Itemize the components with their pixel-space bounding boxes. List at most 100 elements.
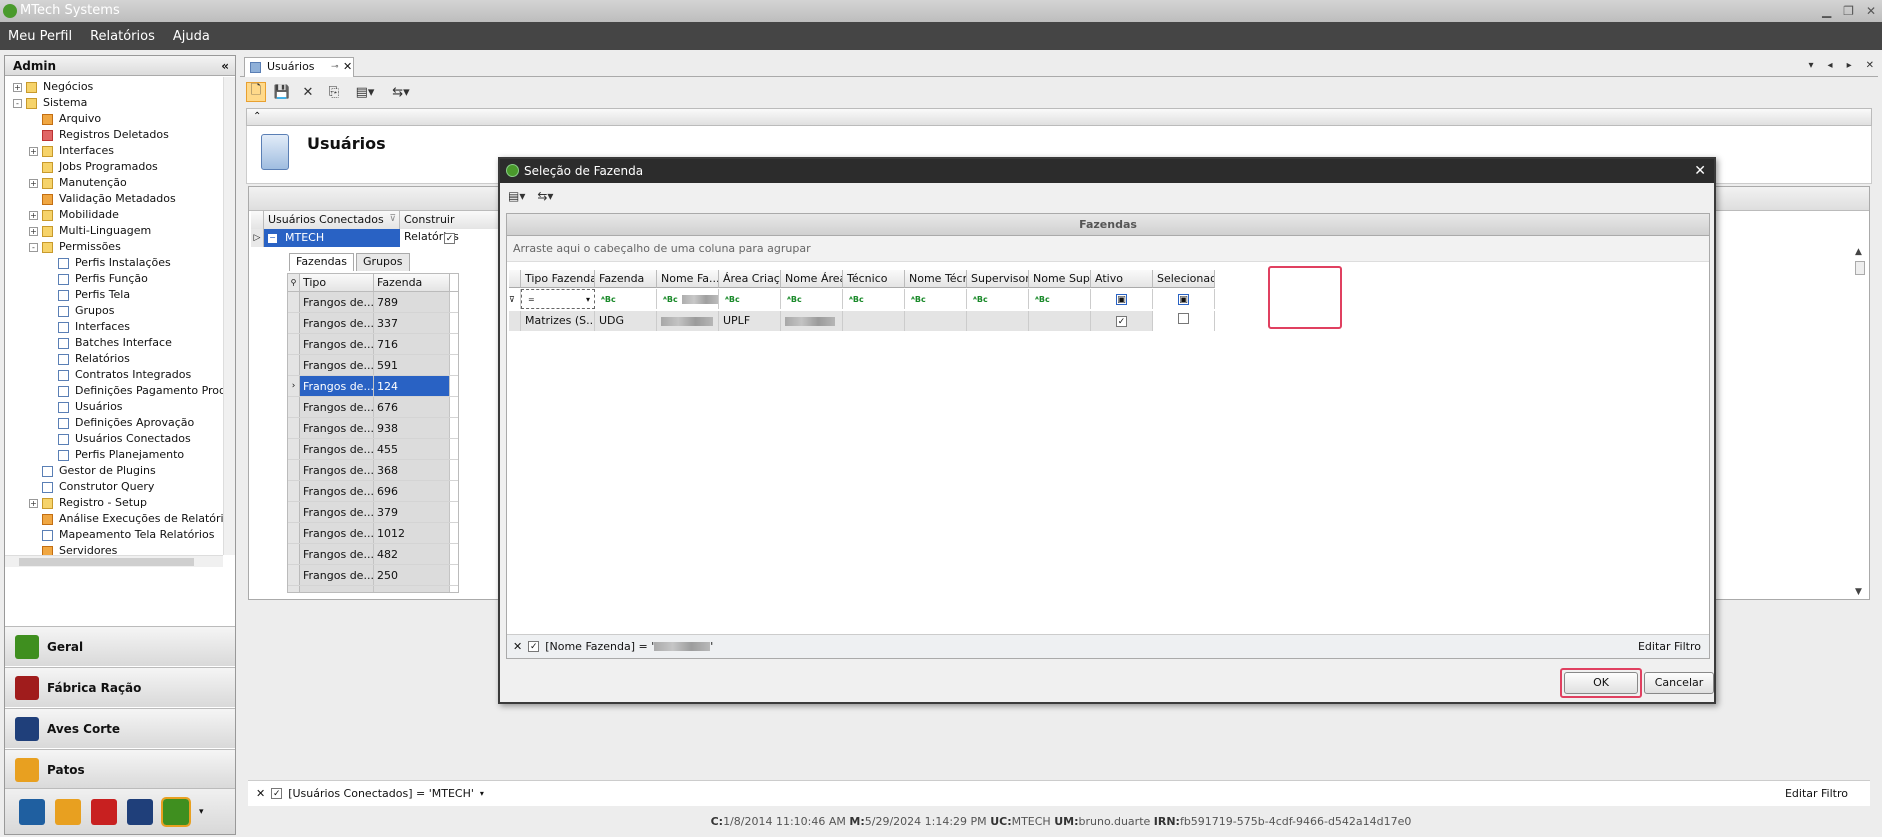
tree-node[interactable]: Definições Pagamento Produ [45,383,223,399]
tipo-fazenda-cell[interactable]: Frangos de... [300,397,374,417]
table-row[interactable]: Matrizes (S... UDG UPLF ✓ [509,311,1215,331]
tree-node[interactable]: Servidores [29,543,117,555]
group-by-panel[interactable]: Arraste aqui o cabeçalho de uma coluna p… [507,236,1709,262]
column-header-nome-area[interactable]: Nome Área... [781,270,843,288]
fazenda-cell[interactable] [374,586,450,592]
table-row[interactable]: › Frangos de... 124 [288,376,458,397]
row-indicator[interactable] [288,565,300,585]
tipo-fazenda-cell[interactable]: Frangos de... [300,544,374,564]
table-row[interactable]: Frangos de... 455 [288,439,458,460]
row-indicator[interactable] [288,481,300,501]
filter-cell-nome-supervisor[interactable]: ᴬBc [1029,289,1091,309]
construir-relatorios-cell[interactable]: ✓ [400,229,500,247]
filter-checkbox[interactable]: ▣ [1116,293,1127,305]
clear-filter-icon[interactable]: ✕ [256,787,265,800]
cancel-button[interactable]: Cancelar [1644,672,1714,694]
pin-icon[interactable]: ⊸ [331,58,339,76]
tipo-fazenda-cell[interactable]: Frangos de... [300,586,374,592]
tree-node[interactable]: Grupos [45,303,114,319]
close-window-button[interactable]: ✕ [1866,0,1876,22]
row-indicator[interactable] [288,439,300,459]
fazenda-cell[interactable]: 789 [374,292,450,312]
tipo-fazenda-cell[interactable]: Frangos de... [300,502,374,522]
tree-node[interactable]: Contratos Integrados [45,367,191,383]
export-dropdown[interactable]: ⇆▾ [386,82,416,102]
tree-node[interactable]: - Sistema [13,95,87,111]
minimize-button[interactable]: ▁ [1822,0,1831,22]
tree-horizontal-scrollbar[interactable] [5,555,223,567]
expand-icon[interactable]: + [29,226,38,236]
chevron-down-icon[interactable]: ▾ [586,295,590,304]
tree-node[interactable]: Perfis Tela [45,287,130,303]
row-indicator[interactable]: › [288,376,300,396]
selecionado-checkbox[interactable] [1178,313,1189,324]
save-button[interactable]: 💾 [272,82,292,102]
row-indicator[interactable] [288,460,300,480]
fazenda-cell[interactable]: 337 [374,313,450,333]
tree-node[interactable]: Registros Deletados [29,127,169,143]
supervisor-cell[interactable] [967,311,1029,331]
filter-enabled-checkbox[interactable]: ✓ [528,641,540,652]
row-indicator[interactable] [288,334,300,354]
construir-relatorios-checkbox[interactable]: ✓ [444,232,455,244]
tree-node[interactable]: Usuários [45,399,123,415]
row-indicator[interactable] [288,418,300,438]
scroll-down-icon[interactable]: ▼ [1855,587,1862,597]
table-row[interactable]: Frangos de... 789 [288,292,458,313]
tree-node[interactable]: + Mobilidade [29,207,119,223]
fazenda-cell[interactable]: 1012 [374,523,450,543]
tree-node[interactable]: + Manutenção [29,175,127,191]
filter-cell-ativo[interactable]: ▣ [1091,289,1153,309]
maximize-button[interactable]: ❐ [1843,0,1854,22]
column-header-nome-supervisor[interactable]: Nome Supe... [1029,270,1091,288]
tecnico-cell[interactable] [843,311,905,331]
filter-cell-tecnico[interactable]: ᴬBc [843,289,905,309]
row-indicator[interactable] [288,397,300,417]
tree-node[interactable]: Usuários Conectados [45,431,191,447]
tipo-fazenda-cell[interactable]: Frangos de... [300,292,374,312]
ativo-cell[interactable]: ✓ [1091,311,1153,331]
collapse-up-icon[interactable]: ⌃ [253,111,261,122]
tipo-fazenda-cell[interactable]: Frangos de... [300,313,374,333]
table-row[interactable]: Frangos de... 368 [288,460,458,481]
clear-filter-icon[interactable]: ✕ [513,640,522,653]
fazenda-cell[interactable]: 250 [374,565,450,585]
filter-cell-supervisor[interactable]: ᴬBc [967,289,1029,309]
column-header-supervisor[interactable]: Supervisor ... [967,270,1029,288]
tree-node[interactable]: Relatórios [45,351,130,367]
filter-checkbox[interactable]: ▣ [1178,293,1189,305]
table-row[interactable]: Frangos de... 379 [288,502,458,523]
column-header-ativo[interactable]: Ativo [1091,270,1153,288]
table-row[interactable]: Frangos de... 250 [288,565,458,586]
collapse-icon[interactable]: - [13,98,22,108]
area-criacao-cell[interactable]: UPLF [719,311,781,331]
tab-prev-icon[interactable]: ◂ [1828,60,1833,71]
tree-node[interactable]: Perfis Planejamento [45,447,184,463]
fazenda-cell[interactable]: 938 [374,418,450,438]
table-row[interactable]: Frangos de... 938 [288,418,458,439]
tipo-fazenda-cell[interactable]: Frangos de... [300,376,374,396]
filter-cell-tipo-fazenda[interactable]: = ▾ [521,289,595,309]
module-patos-button[interactable]: Patos [5,749,235,789]
fazenda-cell[interactable]: 591 [374,355,450,375]
column-header-usuarios-conectados[interactable]: Usuários Conectados ⊽ [264,211,400,229]
ativo-checkbox[interactable]: ✓ [1116,316,1127,327]
scroll-up-icon[interactable]: ▲ [1855,247,1862,257]
module-aves-corte-button[interactable]: Aves Corte [5,708,235,748]
tree-node[interactable]: Interfaces [45,319,130,335]
edit-filter-button[interactable]: Editar Filtro [1785,787,1848,800]
edit-filter-button[interactable]: Editar Filtro [1638,640,1701,653]
filter-cell-area-criacao[interactable]: ᴬBc [719,289,781,309]
row-expander-icon[interactable]: ▷ [251,229,264,247]
row-indicator[interactable] [288,355,300,375]
table-row[interactable]: Frangos de... 482 [288,544,458,565]
copy-button[interactable]: ⎘ [324,82,344,102]
export-dropdown[interactable]: ⇆▾ [537,189,553,203]
search-icon[interactable]: ⚲ [288,274,300,291]
tipo-fazenda-cell[interactable]: Frangos de... [300,439,374,459]
close-dialog-button[interactable]: ✕ [1694,159,1706,183]
nome-supervisor-cell[interactable] [1029,311,1091,331]
filter-cell-nome-tecnico[interactable]: ᴬBc [905,289,967,309]
tree-vertical-scrollbar[interactable] [223,77,235,555]
grid-layout-dropdown[interactable]: ▤▾ [508,189,525,203]
